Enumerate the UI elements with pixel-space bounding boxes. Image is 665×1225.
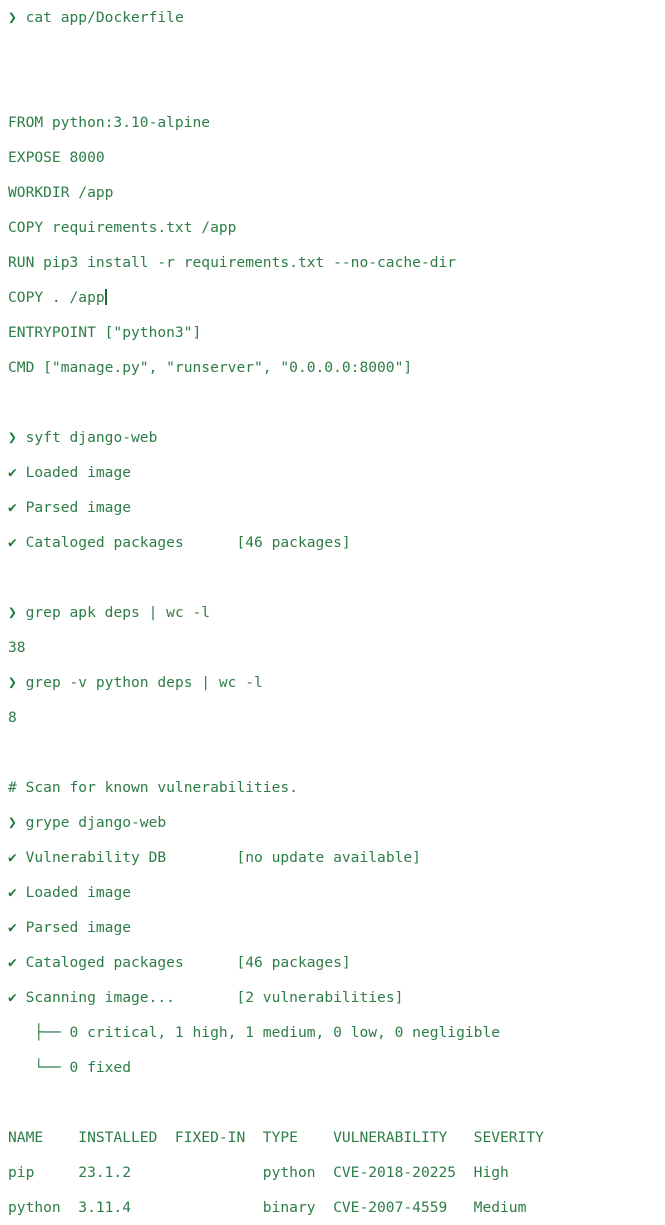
prompt-chevron-icon: ❯ bbox=[8, 674, 17, 691]
status-text: Cataloged packages [46 packages] bbox=[16, 954, 351, 971]
grype-status-scanning-image: ✔ Scanning image... [2 vulnerabilities] bbox=[0, 980, 665, 1015]
syft-status-cataloged-packages: ✔ Cataloged packages [46 packages] bbox=[0, 525, 665, 560]
dockerfile-copy-requirements-line: COPY requirements.txt /app bbox=[0, 210, 665, 245]
dockerfile-cmd-line: CMD ["manage.py", "runserver", "0.0.0.0:… bbox=[0, 350, 665, 385]
table-row: python 3.11.4 binary CVE-2007-4559 Mediu… bbox=[0, 1190, 665, 1225]
output-text: FROM python:3.10-alpine bbox=[8, 114, 211, 131]
check-icon: ✔ bbox=[8, 989, 17, 1006]
output-text: 8 bbox=[8, 709, 17, 726]
tree-end-icon-text: └── 0 fixed bbox=[8, 1059, 132, 1076]
grype-command-line: ❯ grype django-web bbox=[0, 805, 665, 840]
syft-status-loaded-image: ✔ Loaded image bbox=[0, 455, 665, 490]
grep-apk-result-line: 38 bbox=[0, 630, 665, 665]
output-text: COPY . /app bbox=[8, 289, 105, 306]
table-row-text: python 3.11.4 binary CVE-2007-4559 Mediu… bbox=[8, 1199, 527, 1216]
check-icon: ✔ bbox=[8, 884, 17, 901]
grep-python-result-line: 8 bbox=[0, 700, 665, 735]
status-text: Scanning image... [2 vulnerabilities] bbox=[16, 989, 404, 1006]
status-text: Vulnerability DB [no update available] bbox=[16, 849, 421, 866]
grep-python-command-line: ❯ grep -v python deps | wc -l bbox=[0, 665, 665, 700]
status-text: Loaded image bbox=[16, 464, 132, 481]
grype-status-parsed-image: ✔ Parsed image bbox=[0, 910, 665, 945]
table-row: pip 23.1.2 python CVE-2018-20225 High bbox=[0, 1155, 665, 1190]
prompt-chevron-icon: ❯ bbox=[8, 814, 17, 831]
grype-status-loaded-image: ✔ Loaded image bbox=[0, 875, 665, 910]
prompt-chevron-icon: ❯ bbox=[8, 9, 17, 26]
output-text: ENTRYPOINT ["python3"] bbox=[8, 324, 202, 341]
terminal-window[interactable]: ❯ cat app/Dockerfile FROM python:3.10-al… bbox=[0, 0, 665, 1216]
command-text: cat app/Dockerfile bbox=[16, 9, 184, 26]
comment-text: # Scan for known vulnerabilities. bbox=[8, 779, 298, 796]
status-text: Parsed image bbox=[16, 919, 132, 936]
tree-branch-icon-text: ├── 0 critical, 1 high, 1 medium, 0 low,… bbox=[8, 1024, 501, 1041]
grype-severity-summary-line: ├── 0 critical, 1 high, 1 medium, 0 low,… bbox=[0, 1015, 665, 1050]
syft-status-parsed-image: ✔ Parsed image bbox=[0, 490, 665, 525]
dockerfile-entrypoint-line: ENTRYPOINT ["python3"] bbox=[0, 315, 665, 350]
terminal-line-command: ❯ cat app/Dockerfile bbox=[0, 0, 665, 35]
text-cursor bbox=[104, 289, 107, 305]
status-text: Parsed image bbox=[16, 499, 132, 516]
dockerfile-expose-line: EXPOSE 8000 bbox=[0, 140, 665, 175]
status-text: Cataloged packages [46 packages] bbox=[16, 534, 351, 551]
check-icon: ✔ bbox=[8, 499, 17, 516]
check-icon: ✔ bbox=[8, 954, 17, 971]
command-text: syft django-web bbox=[16, 429, 158, 446]
command-text: grype django-web bbox=[16, 814, 167, 831]
results-table-header: NAME INSTALLED FIXED-IN TYPE VULNERABILI… bbox=[0, 1120, 665, 1155]
output-text: 38 bbox=[8, 639, 26, 656]
output-text: WORKDIR /app bbox=[8, 184, 114, 201]
table-header-text: NAME INSTALLED FIXED-IN TYPE VULNERABILI… bbox=[8, 1129, 544, 1146]
dockerfile-from-line: FROM python:3.10-alpine bbox=[0, 105, 665, 140]
syft-command-line: ❯ syft django-web bbox=[0, 420, 665, 455]
grype-fixed-summary-line: └── 0 fixed bbox=[0, 1050, 665, 1085]
check-icon: ✔ bbox=[8, 464, 17, 481]
table-row-text: pip 23.1.2 python CVE-2018-20225 High bbox=[8, 1164, 509, 1181]
status-text: Loaded image bbox=[16, 884, 132, 901]
grype-status-cataloged-packages: ✔ Cataloged packages [46 packages] bbox=[0, 945, 665, 980]
grep-apk-command-line: ❯ grep apk deps | wc -l bbox=[0, 595, 665, 630]
prompt-chevron-icon: ❯ bbox=[8, 604, 17, 621]
prompt-chevron-icon: ❯ bbox=[8, 429, 17, 446]
dockerfile-workdir-line: WORKDIR /app bbox=[0, 175, 665, 210]
scan-comment-line: # Scan for known vulnerabilities. bbox=[0, 770, 665, 805]
command-text: grep -v python deps | wc -l bbox=[16, 674, 263, 691]
check-icon: ✔ bbox=[8, 849, 17, 866]
command-text: grep apk deps | wc -l bbox=[16, 604, 211, 621]
output-text: EXPOSE 8000 bbox=[8, 149, 105, 166]
output-text: RUN pip3 install -r requirements.txt --n… bbox=[8, 254, 457, 271]
check-icon: ✔ bbox=[8, 534, 17, 551]
output-text: COPY requirements.txt /app bbox=[8, 219, 237, 236]
dockerfile-copy-all-line: COPY . /app bbox=[0, 280, 665, 315]
output-text: CMD ["manage.py", "runserver", "0.0.0.0:… bbox=[8, 359, 413, 376]
check-icon: ✔ bbox=[8, 919, 17, 936]
grype-status-vulnerability-db: ✔ Vulnerability DB [no update available] bbox=[0, 840, 665, 875]
dockerfile-run-line: RUN pip3 install -r requirements.txt --n… bbox=[0, 245, 665, 280]
